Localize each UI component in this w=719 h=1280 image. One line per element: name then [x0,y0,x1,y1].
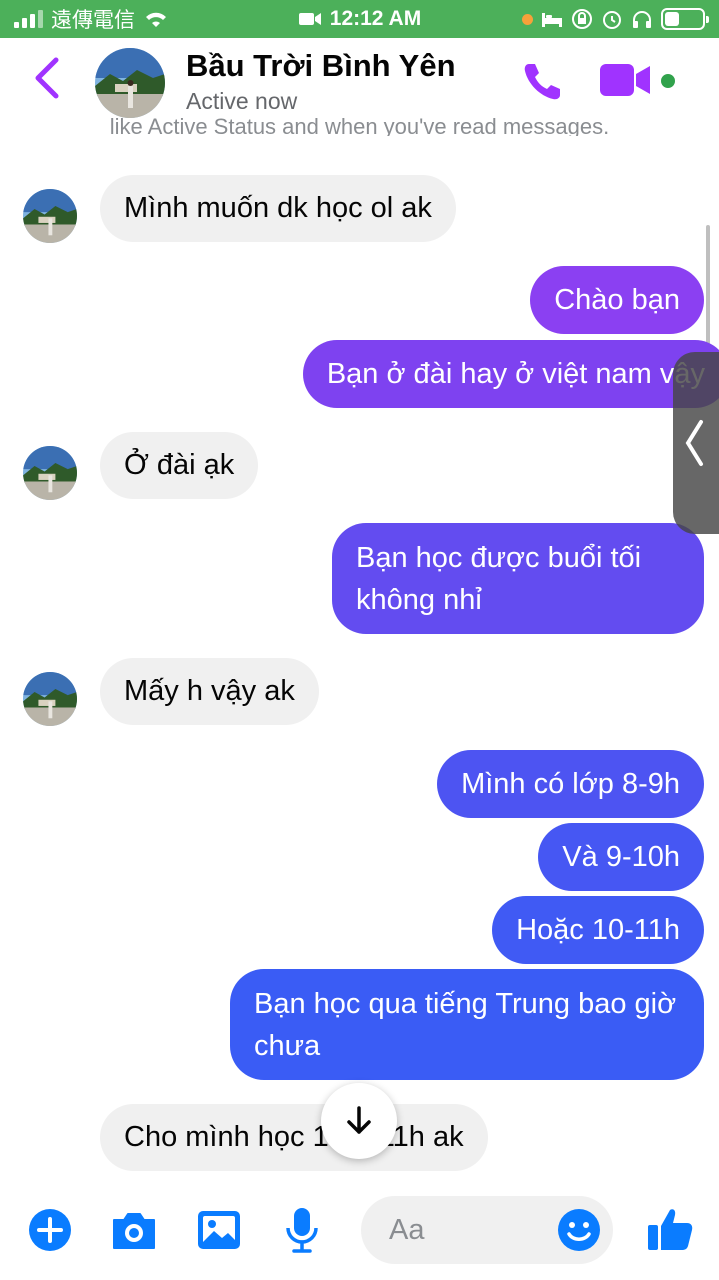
avatar-image [23,446,77,500]
alarm-icon [601,8,623,30]
screen-record-icon [298,13,321,25]
smile-icon [558,1209,600,1251]
image-icon [198,1211,240,1249]
message-input-box[interactable] [361,1196,613,1264]
privacy-dot-icon [522,13,533,25]
camera-button[interactable] [110,1210,158,1255]
arrow-down-icon [347,1106,371,1134]
message-outgoing[interactable]: Mình có lớp 8-9h [437,750,704,818]
scroll-to-bottom-button[interactable] [321,1083,397,1159]
like-button[interactable] [645,1204,695,1259]
gallery-button[interactable] [196,1209,242,1256]
side-panel-handle[interactable] [673,352,719,534]
chevron-left-icon [685,420,703,466]
headphones-icon [631,8,653,30]
message-incoming[interactable]: Mình muốn dk học ol ak [100,175,456,242]
message-incoming[interactable]: Cho mình học 10h -11h ak [100,1104,488,1171]
message-outgoing[interactable]: Bạn ở đài hay ở việt nam vậy [302,340,719,408]
online-indicator [659,72,677,90]
more-actions-button[interactable] [28,1208,72,1257]
voice-message-button[interactable] [284,1206,320,1259]
message-outgoing[interactable]: Và 9-10h [538,823,704,891]
message-input[interactable] [389,1196,569,1264]
contact-name: Bầu Trời Bình Yên [186,48,456,83]
sleep-mode-icon [541,8,563,30]
rotation-lock-icon [571,8,593,30]
camera-icon [113,1213,155,1249]
message-outgoing[interactable]: Hoặc 10-11h [492,896,704,964]
message-avatar[interactable] [23,446,77,500]
video-call-button[interactable] [598,62,654,103]
microphone-icon [286,1208,318,1253]
scrollbar[interactable] [706,225,710,345]
message-avatar[interactable] [23,672,77,726]
clock: 12:12 AM [329,7,422,30]
phone-icon [524,64,560,100]
video-camera-icon [600,64,650,96]
back-button[interactable] [32,56,62,105]
avatar-image [95,48,165,118]
active-status-notice: like Active Status and when you've read … [109,114,610,136]
contact-avatar[interactable] [95,48,165,118]
thumbs-up-icon [648,1209,693,1250]
message-outgoing[interactable]: Bạn học qua tiếng Trung bao giờ chưa [230,969,704,1080]
call-button[interactable] [520,58,566,109]
message-avatar[interactable] [23,189,77,243]
status-bar: 遠傳電信 12:12 AM [0,0,719,38]
message-outgoing[interactable]: Bạn học được buổi tối không nhỉ [332,523,704,634]
battery-icon [661,8,709,30]
message-outgoing[interactable]: Chào bạn [530,266,704,334]
avatar-image [23,189,77,243]
message-incoming[interactable]: Mấy h vậy ak [100,658,319,725]
emoji-button[interactable] [557,1208,601,1257]
avatar-image [23,672,77,726]
plus-circle-icon [29,1209,71,1251]
status-right [522,0,709,38]
message-incoming[interactable]: Ở đài ạk [100,432,259,499]
chevron-left-icon [35,57,59,99]
composer-bar [0,1180,719,1280]
